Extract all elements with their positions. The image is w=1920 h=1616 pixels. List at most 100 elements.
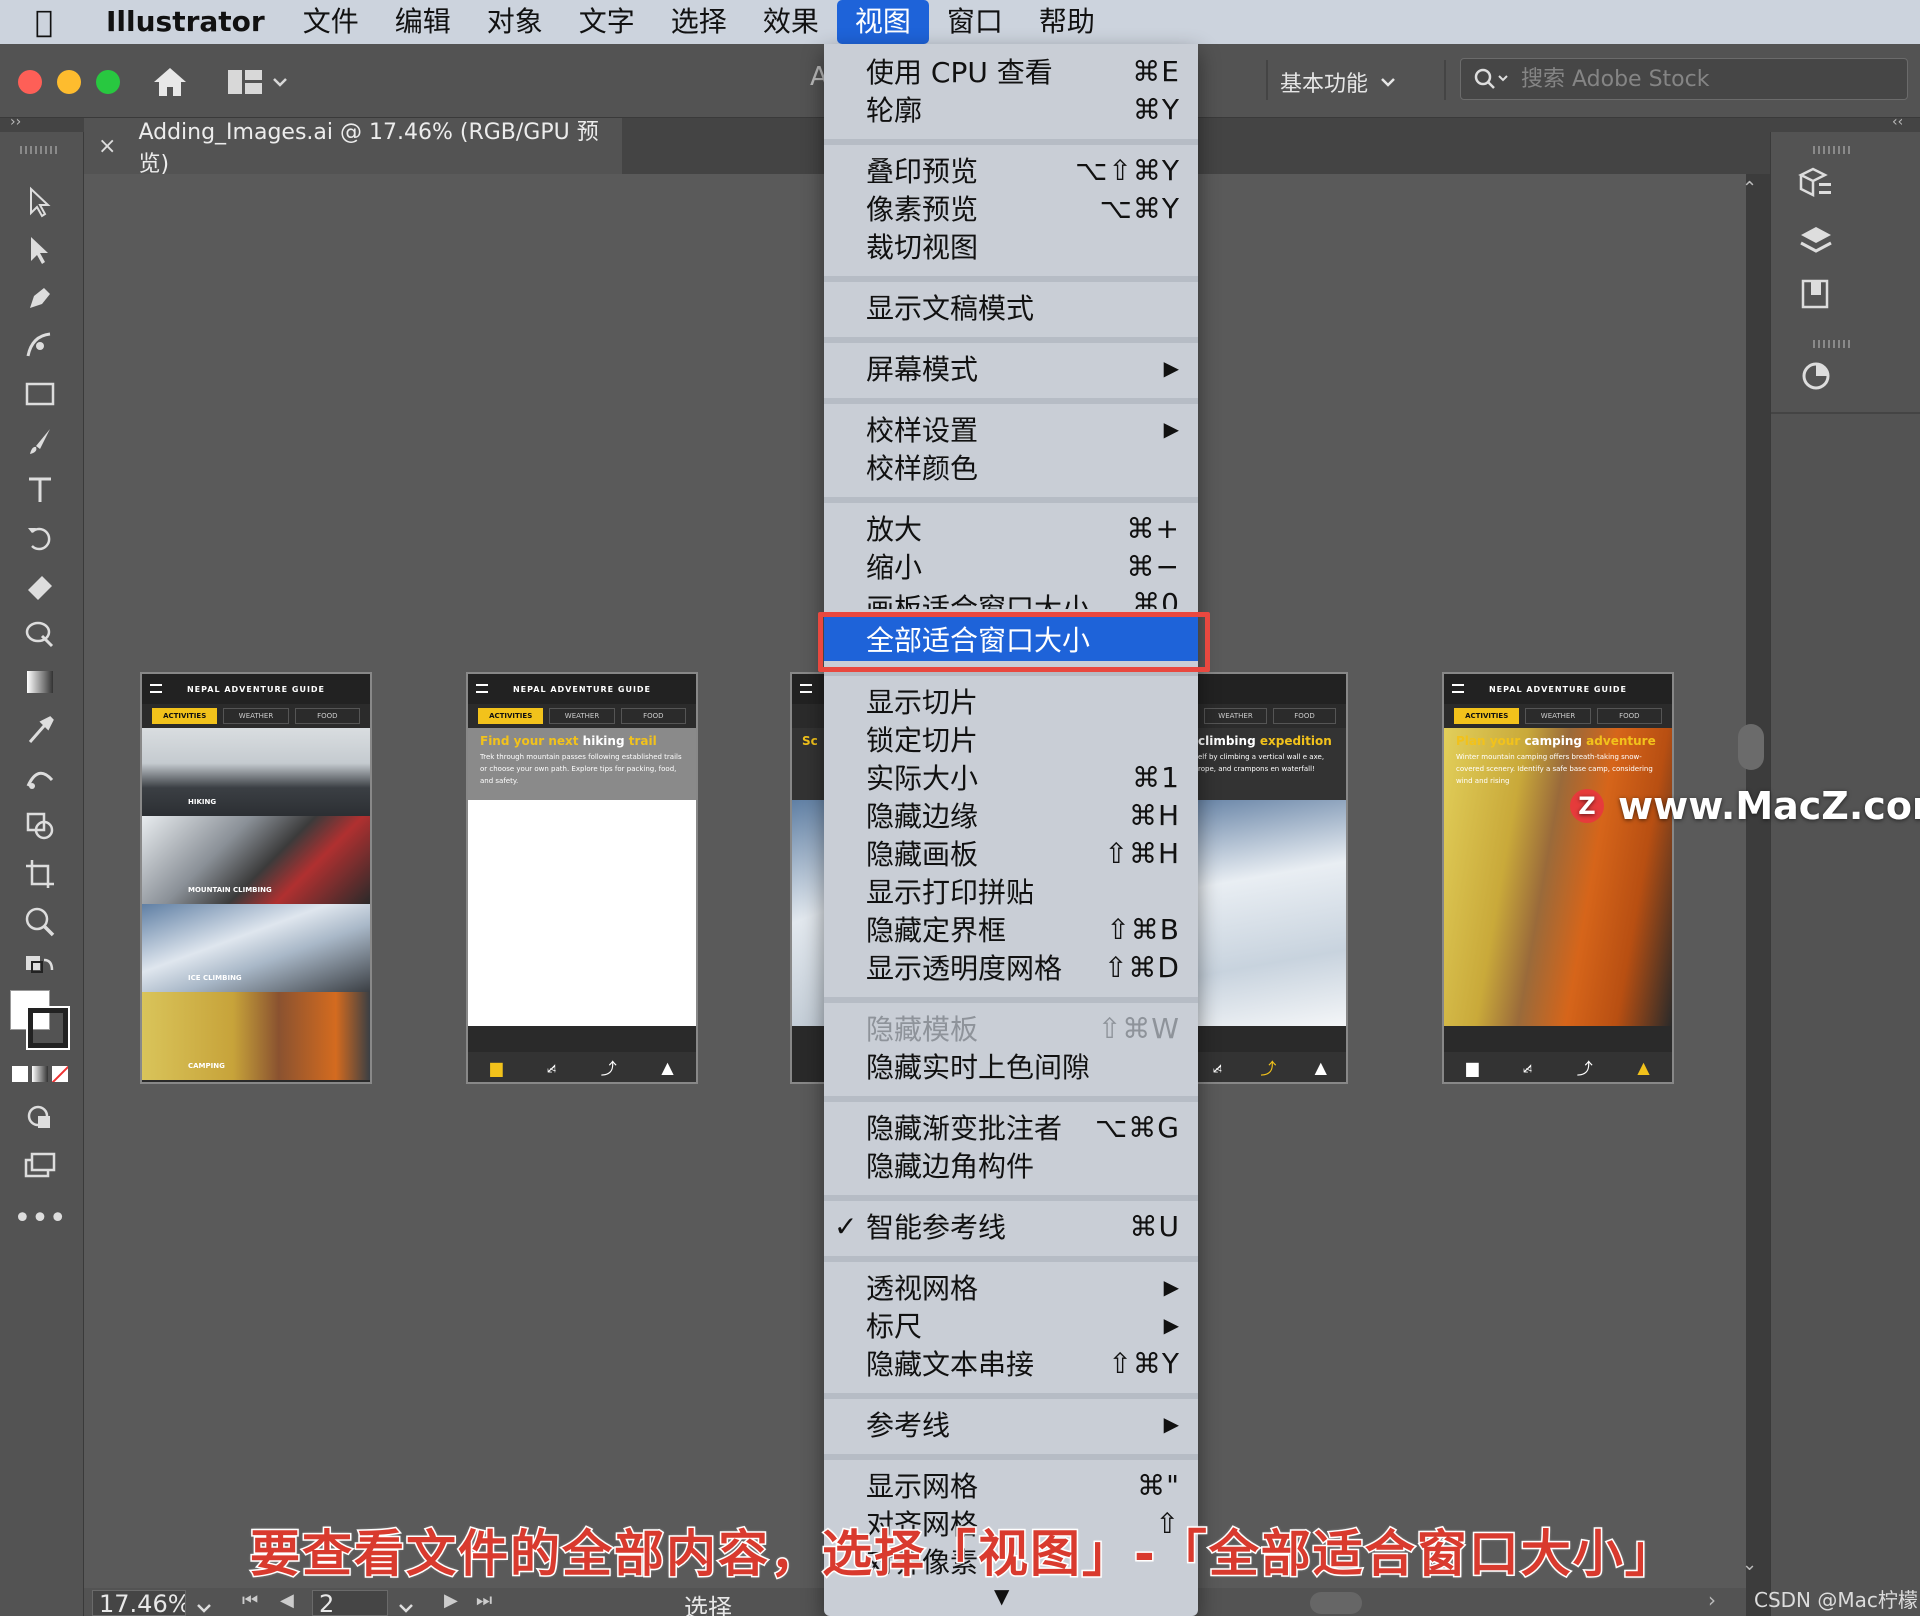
- width-tool-icon[interactable]: [18, 614, 62, 654]
- menu-item-show-print-tiling[interactable]: 显示打印拼贴: [824, 872, 1198, 910]
- zoom-tool-icon[interactable]: [18, 902, 62, 942]
- stock-search-box[interactable]: [1460, 58, 1908, 100]
- direct-selection-tool-icon[interactable]: [18, 230, 62, 270]
- menu-item-use-cpu[interactable]: 使用 CPU 查看 ⌘E: [824, 52, 1198, 90]
- scroll-down-icon[interactable]: ⌄: [1742, 1554, 1757, 1575]
- layers-panel-icon[interactable]: [1791, 218, 1841, 262]
- next-artboard-icon[interactable]: ▶: [444, 1590, 458, 1611]
- panel-grip[interactable]: [1813, 146, 1853, 154]
- menu-help[interactable]: 帮助: [1021, 0, 1113, 44]
- artboard-4[interactable]: WEATHER FOOD climbing expedition elf by …: [1192, 672, 1348, 1084]
- menu-item-hide-edges[interactable]: 隐藏边缘 ⌘H: [824, 796, 1198, 834]
- menu-item-proof-setup[interactable]: 校样设置 ▶: [824, 410, 1198, 448]
- menu-item-zoom-out[interactable]: 缩小 ⌘−: [824, 547, 1198, 585]
- color-mode-button[interactable]: [12, 1066, 28, 1082]
- stock-search-input[interactable]: [1521, 66, 1901, 92]
- menu-item-screen-mode[interactable]: 屏幕模式 ▶: [824, 349, 1198, 387]
- home-icon[interactable]: [150, 62, 190, 102]
- menu-item-pixel-preview[interactable]: 像素预览 ⌥⌘Y: [824, 189, 1198, 227]
- none-mode-button[interactable]: [52, 1066, 68, 1082]
- collapse-toolbar-icon[interactable]: ››: [10, 114, 21, 130]
- libraries-panel-icon[interactable]: [1791, 272, 1841, 316]
- menu-item-zoom-in[interactable]: 放大 ⌘+: [824, 509, 1198, 547]
- menu-item-hide-corner-widget[interactable]: 隐藏边角构件: [824, 1146, 1198, 1184]
- app-menu[interactable]: Illustrator: [88, 0, 285, 44]
- color-guide-panel-icon[interactable]: [1791, 354, 1841, 398]
- swap-colors-icon[interactable]: [18, 950, 62, 990]
- edit-toolbar-icon[interactable]: •••: [13, 1198, 66, 1238]
- toolbar-grip[interactable]: [20, 146, 60, 154]
- chevron-down-icon[interactable]: [196, 1592, 212, 1616]
- menu-item-proof-colors[interactable]: 校样颜色: [824, 448, 1198, 486]
- last-artboard-icon[interactable]: ⏭: [476, 1590, 492, 1611]
- menu-item-hide-artboards[interactable]: 隐藏画板 ⇧⌘H: [824, 834, 1198, 872]
- artboard-2[interactable]: NEPAL ADVENTURE GUIDE ACTIVITIES WEATHER…: [466, 672, 698, 1084]
- workspace-switcher[interactable]: 基本功能: [1280, 66, 1396, 98]
- menu-scroll-down-icon[interactable]: ▼: [994, 1584, 1009, 1608]
- apple-icon[interactable]: : [0, 5, 88, 40]
- type-tool-icon[interactable]: [18, 470, 62, 510]
- menu-object[interactable]: 对象: [469, 0, 561, 44]
- menu-item-guides[interactable]: 参考线 ▶: [824, 1405, 1198, 1443]
- chevron-down-icon[interactable]: [398, 1592, 414, 1616]
- close-window-button[interactable]: [18, 70, 42, 94]
- menu-item-presentation-mode[interactable]: 显示文稿模式: [824, 288, 1198, 326]
- rectangle-tool-icon[interactable]: [18, 374, 62, 414]
- document-tab[interactable]: × Adding_Images.ai @ 17.46% (RGB/GPU 预览): [84, 118, 622, 177]
- menu-type[interactable]: 文字: [561, 0, 653, 44]
- artboard-number-field[interactable]: 2: [312, 1590, 388, 1616]
- menu-item-overprint-preview[interactable]: 叠印预览 ⌥⇧⌘Y: [824, 151, 1198, 189]
- menu-item-actual-size[interactable]: 实际大小 ⌘1: [824, 758, 1198, 796]
- menu-effect[interactable]: 效果: [745, 0, 837, 44]
- menu-select[interactable]: 选择: [653, 0, 745, 44]
- gradient-tool-icon[interactable]: [18, 662, 62, 702]
- menu-item-rulers[interactable]: 标尺 ▶: [824, 1306, 1198, 1344]
- eyedropper-tool-icon[interactable]: [18, 710, 62, 750]
- close-tab-icon[interactable]: ×: [98, 134, 116, 159]
- eraser-tool-icon[interactable]: [18, 566, 62, 606]
- artboard-tool-icon[interactable]: [18, 854, 62, 894]
- pen-tool-icon[interactable]: [18, 278, 62, 318]
- properties-panel-icon[interactable]: [1791, 162, 1841, 206]
- menu-item-fit-artboard[interactable]: 画板适合窗口大小 ⌘0: [824, 585, 1198, 609]
- menu-view[interactable]: 视图: [836, 0, 929, 44]
- artboard-1[interactable]: NEPAL ADVENTURE GUIDE ACTIVITIES WEATHER…: [140, 672, 372, 1084]
- gradient-mode-button[interactable]: [32, 1066, 48, 1082]
- menu-item-hide-bounding-box[interactable]: 隐藏定界框 ⇧⌘B: [824, 910, 1198, 948]
- screen-mode-icon[interactable]: [18, 1146, 62, 1186]
- previous-artboard-icon[interactable]: ◀: [280, 1590, 294, 1611]
- menu-item-outline[interactable]: 轮廓 ⌘Y: [824, 90, 1198, 128]
- menu-item-hide-gradient-annotator[interactable]: 隐藏渐变批注者 ⌥⌘G: [824, 1108, 1198, 1146]
- scroll-up-icon[interactable]: ⌃: [1742, 178, 1757, 199]
- paintbrush-tool-icon[interactable]: [18, 422, 62, 462]
- vertical-scrollbar-thumb[interactable]: [1738, 724, 1764, 770]
- puppet-warp-tool-icon[interactable]: [18, 758, 62, 798]
- scroll-right-icon[interactable]: ›: [1708, 1588, 1716, 1612]
- horizontal-scrollbar-thumb[interactable]: [1310, 1592, 1362, 1614]
- zoom-level-field[interactable]: 17.46%: [92, 1590, 186, 1616]
- menu-item-show-grid[interactable]: 显示网格 ⌘": [824, 1466, 1198, 1504]
- curvature-tool-icon[interactable]: [18, 326, 62, 366]
- stroke-color-swatch[interactable]: [26, 1006, 70, 1050]
- menu-item-hide-text-threads[interactable]: 隐藏文本串接 ⇧⌘Y: [824, 1344, 1198, 1382]
- first-artboard-icon[interactable]: ⏮: [242, 1590, 258, 1611]
- menu-window[interactable]: 窗口: [929, 0, 1021, 44]
- zoom-window-button[interactable]: [96, 70, 120, 94]
- minimize-window-button[interactable]: [57, 70, 81, 94]
- draw-mode-icon[interactable]: [18, 1098, 62, 1138]
- panel-grip[interactable]: [1813, 340, 1853, 348]
- menu-item-smart-guides[interactable]: ✓ 智能参考线 ⌘U: [824, 1207, 1198, 1245]
- current-tool-label[interactable]: 选择: [684, 1588, 732, 1616]
- menu-item-lock-slices[interactable]: 锁定切片: [824, 720, 1198, 758]
- arrange-documents-button[interactable]: [228, 66, 298, 98]
- menu-item-perspective-grid[interactable]: 透视网格 ▶: [824, 1268, 1198, 1306]
- selection-tool-icon[interactable]: [18, 182, 62, 222]
- artboard-5[interactable]: NEPAL ADVENTURE GUIDE ACTIVITIES WEATHER…: [1442, 672, 1674, 1084]
- menu-edit[interactable]: 编辑: [377, 0, 469, 44]
- rotate-tool-icon[interactable]: [18, 518, 62, 558]
- menu-file[interactable]: 文件: [285, 0, 377, 44]
- shape-builder-tool-icon[interactable]: [18, 806, 62, 846]
- menu-item-show-transparency-grid[interactable]: 显示透明度网格 ⇧⌘D: [824, 948, 1198, 986]
- menu-item-trim-view[interactable]: 裁切视图: [824, 227, 1198, 265]
- menu-item-show-slices[interactable]: 显示切片: [824, 682, 1198, 720]
